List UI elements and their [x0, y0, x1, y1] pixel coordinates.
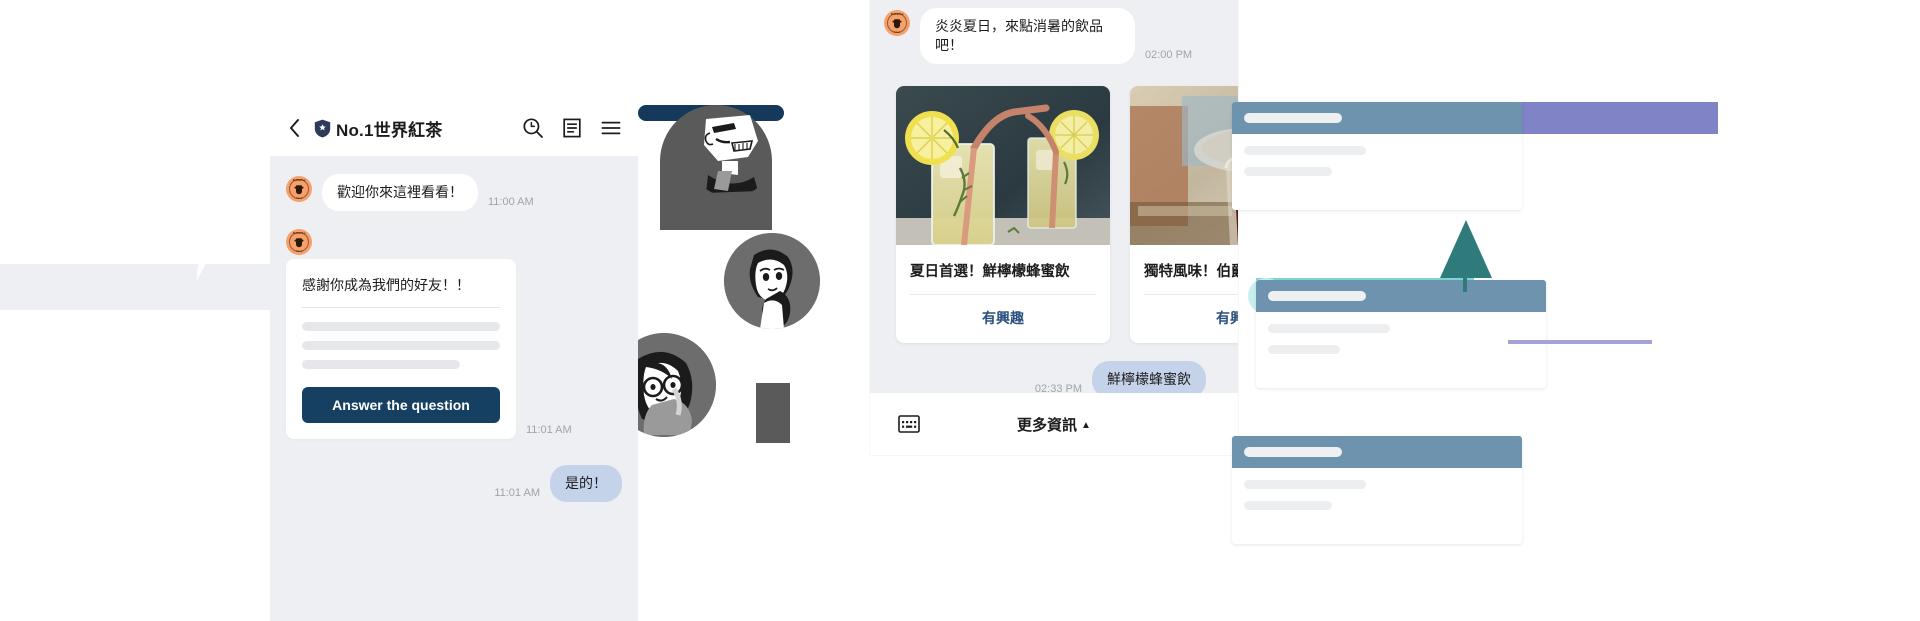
- avatar-woman-illustration: [724, 233, 820, 329]
- left-chat-panel: No.1世界紅茶 BubbleTea No.1 歡迎你來這裡看看！ 11:00 …: [270, 100, 638, 621]
- more-info-button[interactable]: 更多資訊 ▲: [920, 414, 1188, 435]
- rich-card-message: 感謝你成為我們的好友！！ Answer the question: [286, 258, 516, 439]
- flow-connector: [1265, 390, 1267, 440]
- message-bubble: 炎炎夏日，來點消暑的飲品吧！: [920, 8, 1135, 64]
- flowchart-decoration: + +: [1232, 80, 1920, 621]
- more-info-label: 更多資訊: [1017, 416, 1078, 434]
- product-image-earl-grey: [1130, 85, 1238, 245]
- screenshot-root: No.1世界紅茶 BubbleTea No.1 歡迎你來這裡看看！ 11:00 …: [0, 0, 1920, 621]
- message-timestamp: 11:01 AM: [494, 486, 540, 499]
- chat-footer-bar: 更多資訊 ▲: [870, 393, 1238, 455]
- product-card[interactable]: 獨特風味！伯爵 有興趣: [1130, 85, 1238, 343]
- card-title: 感謝你成為我們的好友！！: [302, 276, 470, 293]
- message-row-incoming: BubbleTea No.1 炎炎夏日，來點消暑的飲品吧！ 02:00 PM: [884, 8, 1224, 64]
- decorative-arc: [1305, 175, 1839, 621]
- back-icon[interactable]: [284, 117, 306, 139]
- product-cta-button[interactable]: 有興趣: [896, 295, 1110, 343]
- caret-up-icon: ▲: [1081, 420, 1091, 432]
- verified-shield-icon: [314, 119, 331, 137]
- message-row-incoming: BubbleTea No.1 歡迎你來這裡看看！ 11:00 AM: [286, 174, 622, 211]
- card-divider: [302, 306, 500, 308]
- note-icon[interactable]: [561, 117, 583, 139]
- avatar: BubbleTea No.1: [286, 228, 312, 255]
- card-message-wrapper: 感謝你成為我們的好友！！ Answer the question 11:01 A…: [286, 258, 622, 439]
- message-row-card: BubbleTea No.1: [286, 227, 622, 255]
- avatar: BubbleTea No.1: [884, 10, 910, 36]
- product-image-lemonade: [896, 85, 1110, 245]
- placeholder-line: [302, 359, 461, 369]
- chat-header: No.1世界紅茶: [270, 100, 638, 156]
- product-cta-button[interactable]: 有興趣: [1130, 295, 1238, 343]
- page-title: No.1世界紅茶: [336, 120, 443, 140]
- menu-icon[interactable]: [600, 117, 622, 139]
- message-timestamp: 02:00 PM: [1145, 48, 1193, 61]
- search-icon[interactable]: [522, 117, 544, 139]
- chat-message-list: BubbleTea No.1 歡迎你來這裡看看！ 11:00 AM Bubble…: [270, 156, 638, 621]
- avatar: BubbleTea No.1: [286, 176, 312, 202]
- placeholder-line: [302, 321, 500, 331]
- message-bubble: 是的！: [550, 464, 622, 502]
- flow-node: [1232, 102, 1522, 210]
- message-timestamp: 11:00 AM: [488, 195, 534, 208]
- message-row-outgoing: 02:33 PM 鮮檸檬蜂蜜飲: [884, 343, 1224, 398]
- product-title: 夏日首選！鮮檸檬蜂蜜飲: [910, 263, 1070, 280]
- chat-header-actions: [522, 117, 622, 139]
- message-timestamp: 11:01 AM: [526, 423, 572, 436]
- answer-the-question-button[interactable]: Answer the question: [302, 386, 500, 423]
- product-carousel[interactable]: 夏日首選！鮮檸檬蜂蜜飲 有興趣 獨特風味！伯爵 有興: [884, 85, 1238, 343]
- avatar-man-illustration: [688, 111, 774, 197]
- flow-node-header: [1232, 102, 1522, 134]
- product-card[interactable]: 夏日首選！鮮檸檬蜂蜜飲 有興趣: [896, 85, 1110, 343]
- placeholder-line: [302, 340, 500, 350]
- message-bubble: 歡迎你來這裡看看！: [322, 174, 478, 211]
- decorative-speech-bubble-tail: [196, 248, 224, 282]
- product-title: 獨特風味！伯爵: [1144, 263, 1238, 280]
- illustration-pillar-2: [756, 383, 790, 443]
- rich-message-list: BubbleTea No.1 炎炎夏日，來點消暑的飲品吧！ 02:00 PM 夏…: [870, 0, 1238, 398]
- message-row-outgoing: 11:01 AM 是的！: [286, 464, 622, 502]
- right-chat-panel: BubbleTea No.1 炎炎夏日，來點消暑的飲品吧！ 02:00 PM 夏…: [870, 0, 1238, 455]
- keyboard-icon[interactable]: [898, 415, 920, 433]
